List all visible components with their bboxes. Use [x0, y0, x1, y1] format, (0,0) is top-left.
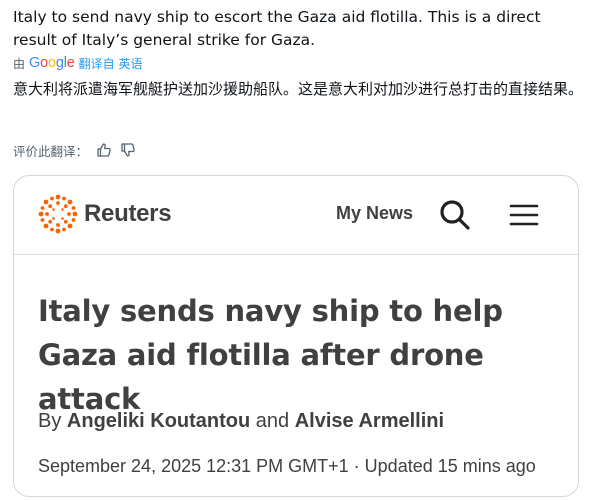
reuters-logo-icon	[38, 194, 78, 234]
reuters-header: Reuters My News	[14, 176, 578, 255]
link-preview-card[interactable]: Reuters My News Italy sends navy ship to…	[13, 175, 579, 497]
article-dateline: September 24, 2025 12:31 PM GMT+1 · Upda…	[38, 456, 536, 476]
byline-and: and	[255, 410, 290, 432]
post-text: Italy to send navy ship to escort the Ga…	[13, 8, 541, 49]
translated-by-prefix: 由	[13, 56, 26, 71]
translated-text: 意大利将派遣海军舰艇护送加沙援助船队。这是意大利对加沙进行总打击的直接结果。	[13, 80, 584, 98]
google-logo: Google	[29, 55, 75, 71]
rate-translation-row: 评价此翻译：	[13, 140, 136, 160]
hamburger-menu-icon[interactable]	[509, 203, 539, 231]
article-byline: By Angeliki Koutantou and Alvise Armelli…	[38, 410, 444, 433]
translated-by-google: 由 Google 翻译自 英语	[13, 54, 142, 72]
reuters-logo[interactable]: Reuters	[38, 194, 172, 234]
article-headline[interactable]: Italy sends navy ship to help Gaza aid f…	[38, 289, 558, 421]
search-icon[interactable]	[438, 198, 472, 236]
byline-prefix: By	[38, 410, 62, 432]
reuters-wordmark: Reuters	[84, 200, 172, 227]
author-link[interactable]: Alvise Armellini	[295, 410, 444, 432]
rate-translation-label: 评价此翻译：	[13, 143, 89, 159]
thumbs-up-icon[interactable]	[96, 142, 112, 158]
thumbs-down-icon[interactable]	[120, 142, 136, 158]
author-link[interactable]: Angeliki Koutantou	[67, 410, 250, 432]
my-news-link[interactable]: My News	[336, 203, 413, 224]
translate-source-link[interactable]: 翻译自 英语	[79, 55, 143, 72]
